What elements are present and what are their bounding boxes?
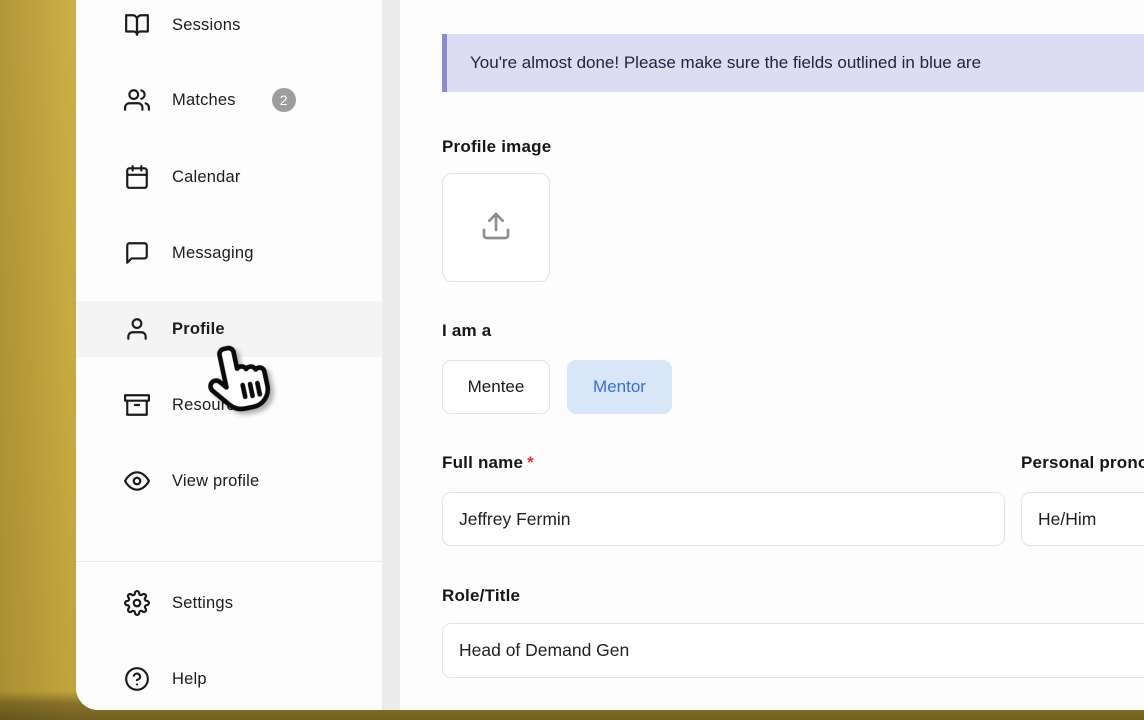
- sidebar-item-sessions[interactable]: Sessions: [76, 0, 382, 53]
- sidebar: Sessions Matches 2 Calendar Messaging: [76, 0, 382, 710]
- sidebar-item-label: View profile: [172, 472, 259, 491]
- info-banner: You're almost done! Please make sure the…: [442, 34, 1144, 92]
- gear-icon: [124, 590, 150, 616]
- upload-icon: [480, 210, 512, 245]
- matches-count-badge: 2: [272, 88, 296, 112]
- sidebar-item-help[interactable]: Help: [76, 651, 382, 707]
- eye-icon: [124, 468, 150, 494]
- main-content: You're almost done! Please make sure the…: [400, 0, 1144, 710]
- book-open-icon: [124, 12, 150, 38]
- sidebar-item-label: Sessions: [172, 16, 241, 35]
- sidebar-item-label: Help: [172, 670, 207, 689]
- profile-image-label: Profile image: [442, 137, 551, 157]
- profile-image-upload[interactable]: [442, 173, 550, 282]
- pronouns-label: Personal pronouns: [1021, 453, 1144, 473]
- sidebar-item-label: Messaging: [172, 244, 254, 263]
- app-window: Sessions Matches 2 Calendar Messaging: [76, 0, 1144, 710]
- sidebar-item-label: Matches: [172, 91, 236, 110]
- sidebar-item-label: Calendar: [172, 168, 241, 187]
- role-title-input[interactable]: [442, 623, 1144, 678]
- archive-icon: [124, 392, 150, 418]
- calendar-icon: [124, 164, 150, 190]
- sidebar-divider: [76, 561, 382, 562]
- sidebar-item-calendar[interactable]: Calendar: [76, 149, 382, 205]
- users-icon: [124, 87, 150, 113]
- full-name-input[interactable]: [442, 492, 1005, 546]
- mentee-button[interactable]: Mentee: [442, 360, 550, 414]
- sidebar-item-matches[interactable]: Matches 2: [76, 72, 382, 128]
- full-name-label-text: Full name: [442, 453, 523, 472]
- full-name-label: Full name*: [442, 453, 534, 473]
- required-asterisk: *: [527, 453, 534, 472]
- sidebar-item-label: Resources: [172, 396, 253, 415]
- sidebar-item-label: Profile: [172, 320, 225, 339]
- sidebar-item-resources[interactable]: Resources: [76, 377, 382, 433]
- sidebar-item-messaging[interactable]: Messaging: [76, 225, 382, 281]
- help-circle-icon: [124, 666, 150, 692]
- mentor-button[interactable]: Mentor: [567, 360, 672, 414]
- user-icon: [124, 316, 150, 342]
- sidebar-item-view-profile[interactable]: View profile: [76, 453, 382, 509]
- role-title-label: Role/Title: [442, 586, 520, 606]
- sidebar-item-settings[interactable]: Settings: [76, 575, 382, 631]
- i-am-a-label: I am a: [442, 321, 491, 341]
- pronouns-input[interactable]: [1021, 492, 1144, 546]
- info-banner-text: You're almost done! Please make sure the…: [470, 53, 981, 73]
- sidebar-item-label: Settings: [172, 594, 233, 613]
- sidebar-item-profile[interactable]: Profile: [76, 301, 382, 357]
- message-square-icon: [124, 240, 150, 266]
